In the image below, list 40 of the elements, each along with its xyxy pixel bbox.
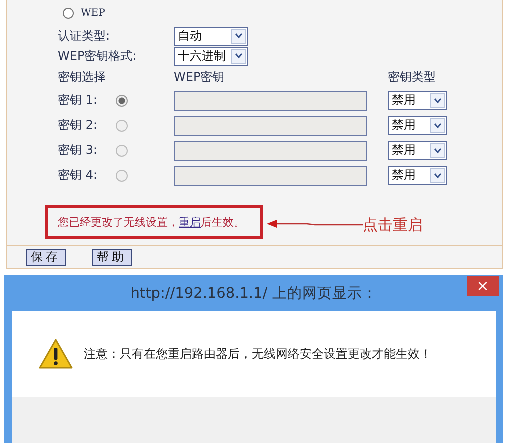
notice-text: 您已经更改了无线设置，重启后生效。 (58, 214, 245, 230)
field-label: 认证类型: (58, 28, 112, 44)
dropdown[interactable]: 禁用 (388, 116, 447, 135)
dropdown[interactable]: 禁用 (388, 166, 447, 185)
column-header: 密钥类型 (388, 68, 436, 86)
close-button[interactable]: × (467, 276, 499, 296)
key-input-field[interactable] (174, 140, 367, 160)
radio-button[interactable] (116, 120, 128, 132)
radio-button[interactable] (116, 170, 128, 182)
dialog-title: http://192.168.1.1/ 上的网页显示： (130, 284, 378, 302)
field-label: WEP密钥格式: (58, 48, 138, 64)
form-button[interactable]: 保存 (26, 248, 66, 266)
restart-link[interactable]: 重启 (179, 216, 201, 228)
key-label: 密钥 4: (58, 167, 98, 184)
dropdown[interactable]: 禁用 (388, 91, 447, 110)
key-label: 密钥 2: (58, 117, 98, 134)
radio-button[interactable] (63, 8, 74, 18)
caret-icon (434, 122, 442, 128)
key-input-field[interactable] (174, 166, 367, 186)
column-header: 密钥选择 (58, 68, 107, 86)
column-header: WEP密钥 (174, 68, 226, 86)
dropdown[interactable]: 自动 (174, 26, 248, 46)
key-input-field[interactable] (174, 116, 367, 136)
annotation-text: 点击重启 (363, 216, 423, 234)
form-button[interactable]: 帮助 (92, 248, 132, 266)
option-label: WEP (81, 8, 106, 18)
caret-icon (234, 53, 242, 59)
caret-icon (434, 148, 442, 154)
radio-button[interactable] (116, 94, 128, 106)
key-label: 密钥 3: (58, 142, 98, 159)
caret-icon (434, 98, 442, 104)
dropdown[interactable]: 禁用 (388, 141, 447, 160)
dropdown[interactable]: 十六进制 (174, 46, 248, 66)
dialog-message: 注意：只有在您重启路由器后，无线网络安全设置更改才能生效！ (84, 346, 432, 362)
key-label: 密钥 1: (58, 92, 98, 109)
warning-icon (38, 338, 74, 370)
radio-button[interactable] (116, 144, 128, 156)
caret-icon (234, 33, 242, 39)
caret-icon (434, 172, 442, 178)
key-input-field[interactable] (174, 90, 367, 110)
